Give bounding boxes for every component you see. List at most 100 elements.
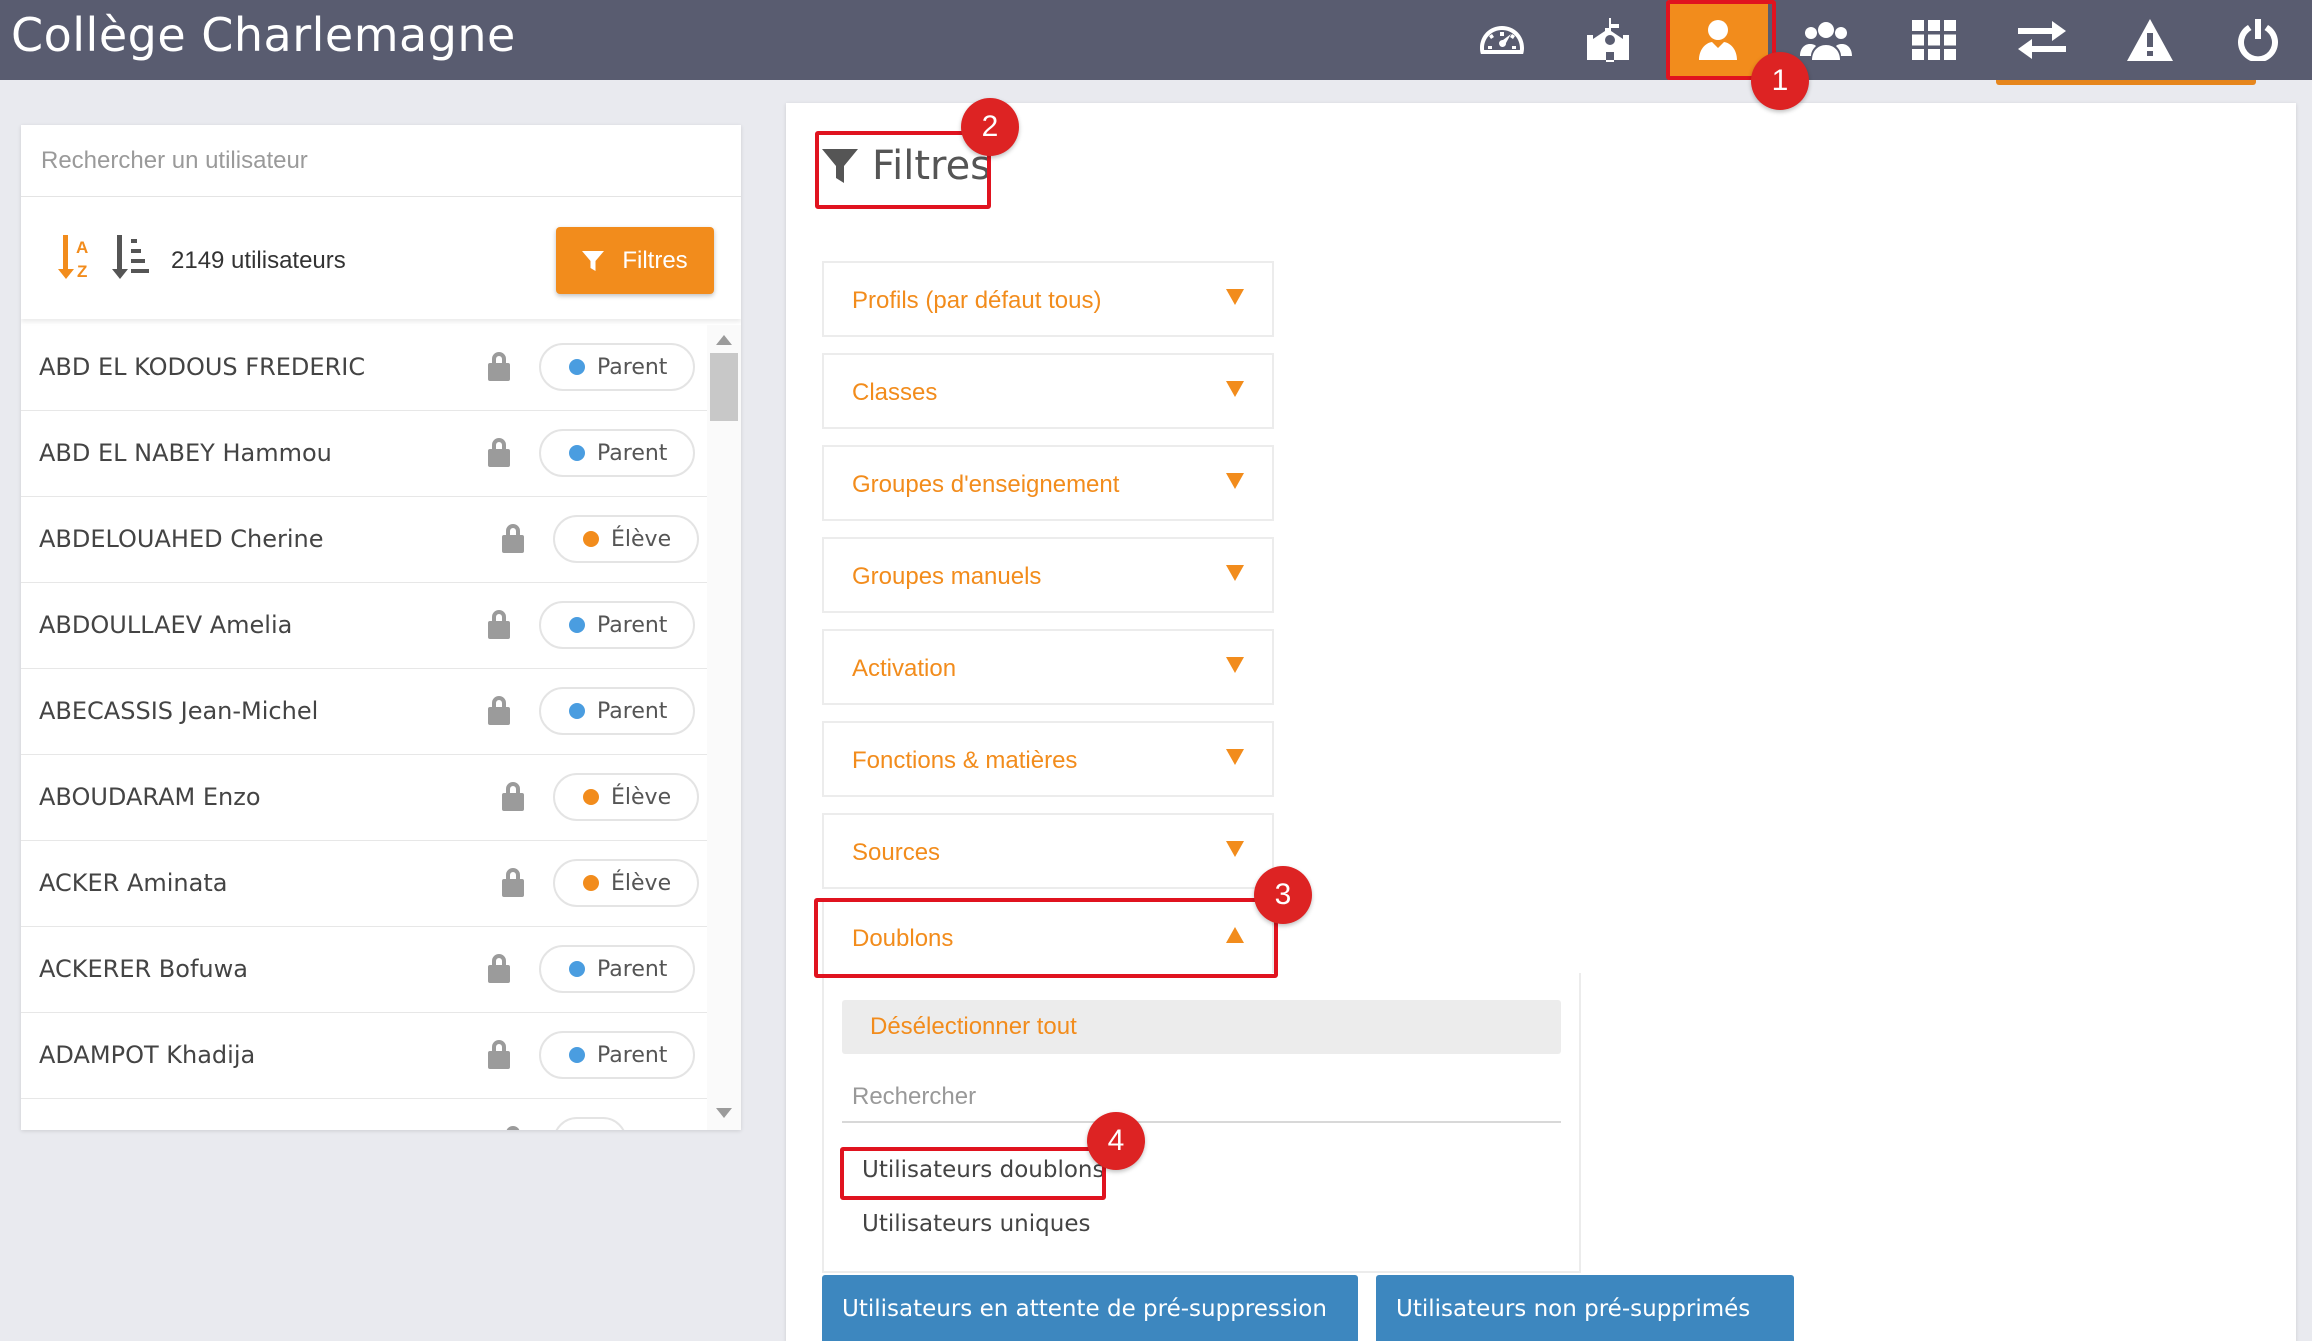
option-utilisateurs-uniques[interactable]: Utilisateurs uniques bbox=[862, 1211, 1090, 1237]
list-item[interactable]: ABECASSIS Jean-Michel Parent bbox=[21, 669, 707, 755]
transfer-icon[interactable] bbox=[1992, 0, 2092, 80]
app-title: Collège Charlemagne bbox=[11, 8, 516, 62]
power-icon[interactable] bbox=[2208, 0, 2308, 80]
role-badge bbox=[553, 1117, 627, 1130]
role-dot bbox=[569, 703, 585, 719]
list-item[interactable]: ABD EL KODOUS FREDERIC Parent bbox=[21, 325, 707, 411]
role-dot bbox=[583, 531, 599, 547]
filter-sources[interactable]: Sources bbox=[822, 813, 1274, 889]
user-name: ADAMPOT Khadija bbox=[39, 1041, 256, 1069]
role-dot bbox=[583, 789, 599, 805]
option-utilisateurs-doublons[interactable]: Utilisateurs doublons bbox=[862, 1157, 1104, 1183]
annotation-badge: 4 bbox=[1087, 1112, 1145, 1170]
annotation-badge: 1 bbox=[1751, 52, 1809, 110]
user-name: ABECASSIS Jean-Michel bbox=[39, 697, 319, 725]
role-label: Élève bbox=[611, 784, 672, 810]
role-badge: Élève bbox=[553, 515, 700, 563]
sort-alpha-icon[interactable]: A Z bbox=[55, 235, 95, 279]
list-toolbar: A Z 2149 utilisateurs Filtres bbox=[21, 197, 741, 319]
scroll-down-arrow[interactable] bbox=[716, 1108, 732, 1118]
dropdown-search bbox=[842, 1073, 1561, 1123]
role-dot bbox=[569, 617, 585, 633]
role-badge: Parent bbox=[539, 1031, 696, 1079]
lock-icon bbox=[506, 1126, 520, 1130]
filter-profils[interactable]: Profils (par défaut tous) bbox=[822, 261, 1274, 337]
pending-deletion-button[interactable]: Utilisateurs en attente de pré-suppressi… bbox=[822, 1275, 1358, 1341]
not-pre-deleted-button[interactable]: Utilisateurs non pré-supprimés bbox=[1376, 1275, 1794, 1341]
list-item-partial[interactable] bbox=[21, 1099, 707, 1130]
role-badge: Élève bbox=[553, 859, 700, 907]
lock-icon bbox=[488, 352, 510, 381]
lock-icon bbox=[502, 868, 524, 897]
top-bar: Collège Charlemagne bbox=[0, 0, 2312, 80]
role-badge: Parent bbox=[539, 687, 696, 735]
filters-panel: Filtres Profils (par défaut tous) Classe… bbox=[786, 103, 2296, 1341]
lock-icon bbox=[488, 1040, 510, 1069]
lock-icon bbox=[488, 438, 510, 467]
user-name: ABD EL NABEY Hammou bbox=[39, 439, 332, 467]
filters-button-label: Filtres bbox=[622, 246, 688, 274]
list-item[interactable]: ABD EL NABEY Hammou Parent bbox=[21, 411, 707, 497]
filter-activation[interactable]: Activation bbox=[822, 629, 1274, 705]
filter-icon bbox=[822, 149, 858, 183]
role-label: Parent bbox=[597, 354, 668, 380]
role-badge: Parent bbox=[539, 343, 696, 391]
school-icon[interactable] bbox=[1560, 0, 1660, 80]
role-badge: Parent bbox=[539, 945, 696, 993]
filter-fonctions-matieres[interactable]: Fonctions & matières bbox=[822, 721, 1274, 797]
list-item[interactable]: ABOUDARAM Enzo Élève bbox=[21, 755, 707, 841]
dropdown-search-input[interactable] bbox=[842, 1073, 1561, 1121]
filters-heading: Filtres bbox=[822, 143, 991, 189]
user-list-panel: A Z 2149 utilisateurs Filtres ABD EL KOD… bbox=[21, 125, 741, 1130]
list-scrollbar[interactable] bbox=[707, 325, 741, 1130]
user-name: ABDOULLAEV Amelia bbox=[39, 611, 293, 639]
filter-doublons[interactable]: Doublons bbox=[822, 899, 1274, 975]
annotation-badge: 3 bbox=[1254, 866, 1312, 924]
apps-grid-icon[interactable] bbox=[1884, 0, 1984, 80]
role-dot bbox=[569, 1047, 585, 1063]
scroll-thumb[interactable] bbox=[710, 353, 738, 421]
list-item[interactable]: ACKER Aminata Élève bbox=[21, 841, 707, 927]
filter-label: Fonctions & matières bbox=[852, 747, 1078, 774]
role-dot bbox=[569, 445, 585, 461]
user-search bbox=[21, 125, 741, 197]
role-label: Élève bbox=[611, 526, 672, 552]
user-name: ABD EL KODOUS FREDERIC bbox=[39, 353, 366, 381]
filter-label: Groupes d'enseignement bbox=[852, 471, 1120, 498]
role-badge: Parent bbox=[539, 429, 696, 477]
role-label: Parent bbox=[597, 440, 668, 466]
scroll-up-arrow[interactable] bbox=[716, 335, 732, 345]
filter-label: Sources bbox=[852, 839, 941, 866]
role-label: Parent bbox=[597, 698, 668, 724]
filter-groupes-enseignement[interactable]: Groupes d'enseignement bbox=[822, 445, 1274, 521]
chevron-down-icon bbox=[1226, 381, 1244, 397]
filter-label: Groupes manuels bbox=[852, 563, 1042, 590]
role-dot bbox=[583, 875, 599, 891]
lock-icon bbox=[502, 782, 524, 811]
sort-list-icon[interactable] bbox=[109, 235, 149, 279]
chevron-down-icon bbox=[1226, 473, 1244, 489]
user-name: ACKERER Bofuwa bbox=[39, 955, 248, 983]
role-dot bbox=[569, 359, 585, 375]
filter-classes[interactable]: Classes bbox=[822, 353, 1274, 429]
deselect-all-button[interactable]: Désélectionner tout bbox=[842, 1000, 1561, 1054]
filter-label: Doublons bbox=[852, 925, 954, 952]
user-search-input[interactable] bbox=[21, 125, 741, 196]
filters-button[interactable]: Filtres bbox=[556, 227, 714, 294]
role-label: Élève bbox=[611, 870, 672, 896]
chevron-down-icon bbox=[1226, 749, 1244, 765]
filter-groupes-manuels[interactable]: Groupes manuels bbox=[822, 537, 1274, 613]
list-item[interactable]: ACKERER Bofuwa Parent bbox=[21, 927, 707, 1013]
list-item[interactable]: ABDOULLAEV Amelia Parent bbox=[21, 583, 707, 669]
chevron-down-icon bbox=[1226, 657, 1244, 673]
list-item[interactable]: ABDELOUAHED Cherine Élève bbox=[21, 497, 707, 583]
warning-icon[interactable] bbox=[2100, 0, 2200, 80]
list-item[interactable]: ADAMPOT Khadija Parent bbox=[21, 1013, 707, 1099]
chevron-down-icon bbox=[1226, 841, 1244, 857]
dashboard-icon[interactable] bbox=[1452, 0, 1552, 80]
chevron-down-icon bbox=[1226, 289, 1244, 305]
chevron-down-icon bbox=[1226, 565, 1244, 581]
chevron-up-icon bbox=[1226, 927, 1244, 943]
user-count: 2149 utilisateurs bbox=[171, 247, 346, 274]
doublons-dropdown: Désélectionner tout Utilisateurs doublon… bbox=[822, 973, 1581, 1273]
